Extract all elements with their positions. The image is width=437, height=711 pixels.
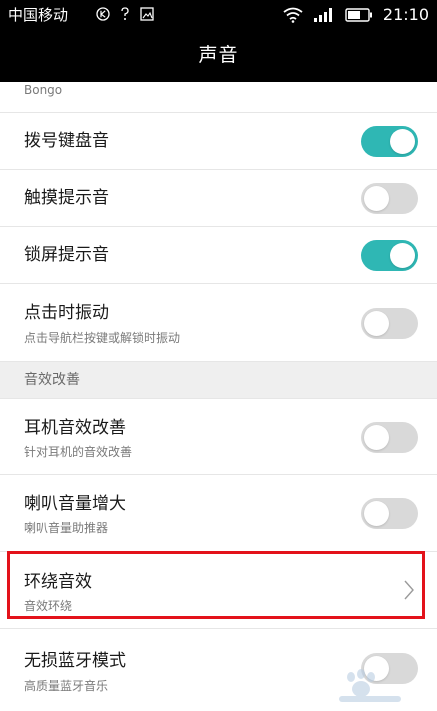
touch-tone-toggle[interactable]	[361, 183, 418, 214]
lossless-bluetooth-label: 无损蓝牙模式	[24, 651, 126, 671]
lockscreen-tone-row[interactable]: 锁屏提示音	[0, 227, 437, 284]
surround-sound-row[interactable]: 环绕音效 音效环绕	[0, 552, 437, 629]
page-title: 声音	[198, 44, 239, 66]
carrier-name: 中国移动	[8, 6, 69, 24]
status-bar: 中国移动 21:10	[0, 0, 437, 30]
earphone-enhance-toggle[interactable]	[361, 422, 418, 453]
toggle-knob	[364, 425, 389, 450]
earphone-enhance-row[interactable]: 耳机音效改善 针对耳机的音效改善	[0, 399, 437, 475]
lockscreen-tone-toggle[interactable]	[361, 240, 418, 271]
toggle-knob	[390, 129, 415, 154]
vibrate-on-tap-row[interactable]: 点击时振动 点击导航栏按键或解锁时振动	[0, 284, 437, 362]
carrier-k-icon	[96, 7, 110, 21]
speaker-boost-label: 喇叭音量增大	[24, 494, 126, 514]
vibrate-on-tap-toggle[interactable]	[361, 308, 418, 339]
status-right-icons: 21:10	[283, 5, 429, 25]
toggle-knob	[364, 186, 389, 211]
vibrate-on-tap-label: 点击时振动	[24, 303, 109, 323]
touch-tone-row[interactable]: 触摸提示音	[0, 170, 437, 227]
dialpad-tone-toggle[interactable]	[361, 126, 418, 157]
question-icon	[121, 7, 129, 20]
dialpad-tone-label: 拨号键盘音	[24, 131, 109, 151]
sound-settings-screen: 中国移动 21:10 声音 Bongo 拨号键盘音 触摸提示音 锁屏提示音 点击…	[0, 0, 437, 711]
vibrate-on-tap-subtitle: 点击导航栏按键或解锁时振动	[24, 331, 181, 345]
lossless-bluetooth-subtitle: 高质量蓝牙音乐	[24, 679, 109, 693]
wifi-icon	[283, 7, 303, 23]
ringtone-item-partial[interactable]: Bongo	[0, 82, 437, 113]
touch-tone-label: 触摸提示音	[24, 188, 109, 208]
sound-enhance-section-header: 音效改善	[0, 362, 437, 399]
battery-icon	[345, 8, 372, 22]
dialpad-tone-row[interactable]: 拨号键盘音	[0, 113, 437, 170]
earphone-enhance-subtitle: 针对耳机的音效改善	[24, 445, 133, 459]
clock: 21:10	[382, 5, 429, 24]
image-notification-icon	[140, 7, 154, 21]
surround-sound-label: 环绕音效	[24, 572, 92, 592]
speaker-boost-subtitle: 喇叭音量助推器	[24, 521, 109, 535]
speaker-boost-toggle[interactable]	[361, 498, 418, 529]
toggle-knob	[390, 243, 415, 268]
ringtone-value: Bongo	[24, 83, 63, 97]
chevron-right-icon	[404, 580, 414, 600]
surround-sound-subtitle: 音效环绕	[24, 599, 73, 613]
lockscreen-tone-label: 锁屏提示音	[24, 245, 109, 265]
status-left-icons	[96, 7, 154, 21]
settings-list: Bongo 拨号键盘音 触摸提示音 锁屏提示音 点击时振动 点击导航栏按键或解锁…	[0, 82, 437, 711]
earphone-enhance-label: 耳机音效改善	[24, 418, 126, 438]
app-bar: 声音	[0, 30, 437, 82]
section-title: 音效改善	[24, 372, 80, 388]
toggle-knob	[364, 311, 389, 336]
toggle-knob	[364, 501, 389, 526]
baidu-watermark-icon	[339, 669, 401, 702]
signal-icon	[313, 8, 332, 22]
speaker-boost-row[interactable]: 喇叭音量增大 喇叭音量助推器	[0, 475, 437, 552]
